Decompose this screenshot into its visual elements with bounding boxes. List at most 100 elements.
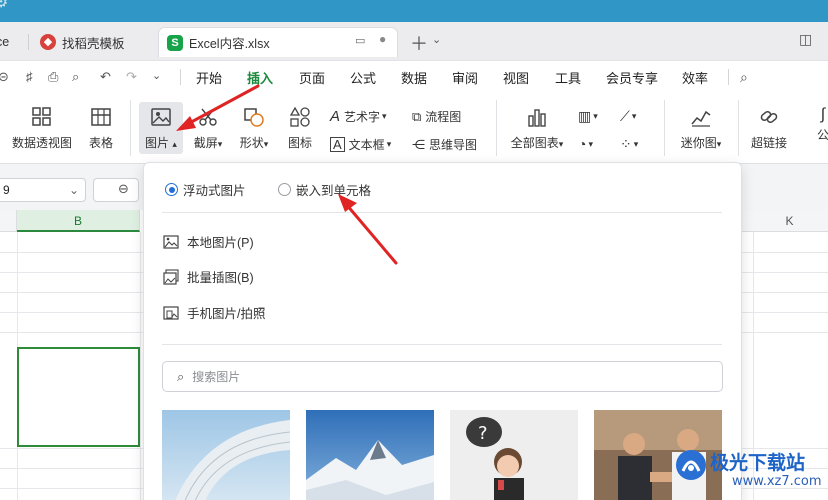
text-box-label: 文本框	[348, 138, 385, 152]
picture-search-input[interactable]: ⌕ 搜索图片	[162, 361, 723, 392]
menu-data[interactable]: 数据	[401, 68, 427, 87]
hyperlink-button[interactable]: 超链接	[746, 106, 792, 151]
menu-formula[interactable]: 公式	[350, 68, 376, 87]
format-painter-icon[interactable]: ♯	[26, 69, 33, 84]
redo-icon[interactable]: ↷	[126, 69, 137, 85]
menu-tools[interactable]: 工具	[555, 68, 581, 87]
phone-picture-item[interactable]: 手机图片/拍照	[163, 303, 265, 322]
menu-review[interactable]: 审阅	[452, 68, 478, 87]
column-header-b[interactable]: B	[17, 210, 140, 232]
formula-label: 公	[816, 128, 828, 142]
icon-library-icon	[289, 106, 310, 127]
formula-button[interactable]: ∫ 公	[808, 106, 828, 143]
link-icon	[760, 110, 778, 124]
sparkline-icon	[691, 110, 711, 127]
selected-cell[interactable]	[17, 347, 140, 447]
spreadsheet-icon: S	[167, 34, 183, 51]
monitor-icon[interactable]: ▭	[355, 34, 365, 47]
icon-library-button[interactable]: 图标	[282, 106, 318, 151]
sparkline-button[interactable]: 迷你图▾	[674, 106, 728, 151]
batch-insert-item[interactable]: 批量插图(B)	[163, 267, 254, 286]
save-icon[interactable]: ⊝	[0, 69, 9, 85]
tab-partial[interactable]: ce	[0, 27, 26, 57]
zoom-box[interactable]: ⊖	[93, 178, 139, 202]
gear-icon[interactable]: ⚙	[0, 0, 12, 12]
tab-docer[interactable]: ◆ 找稻壳模板	[34, 27, 152, 57]
line-chart-button[interactable]: ⟋ ▾	[620, 108, 636, 125]
phone-picture-icon	[163, 305, 179, 320]
ribbon: 数据透视图 表格 图片 ▴ 截屏▾ 形状▾ 图标 A 艺术字 ▾ A 文本框 ▾…	[0, 92, 828, 164]
chevron-down-icon: ▾	[633, 139, 639, 149]
chevron-down-icon: ▾	[386, 139, 392, 149]
art-text-label: 艺术字	[344, 110, 381, 124]
close-dot-icon[interactable]: ●	[379, 32, 386, 46]
name-box-value: 9	[3, 183, 10, 197]
chevron-down-icon[interactable]: ⌄	[152, 69, 161, 82]
docer-icon: ◆	[40, 34, 56, 50]
column-header-a[interactable]	[0, 210, 17, 232]
menu-view[interactable]: 视图	[503, 68, 529, 87]
menu-separator	[728, 69, 729, 85]
undo-icon[interactable]: ↶	[100, 69, 111, 85]
column-chart-button[interactable]: ▥ ▾	[578, 108, 598, 125]
line-chart-icon: ⟋	[620, 108, 630, 124]
column-chart-icon: ▥	[578, 108, 592, 124]
shape-label: 形状▾	[234, 134, 274, 151]
thumbnail-girl-question[interactable]: ?	[450, 410, 578, 500]
menu-insert[interactable]: 插入	[247, 68, 273, 95]
tab-excel[interactable]: S Excel内容.xlsx ▭ ●	[158, 27, 398, 57]
search-placeholder: 搜索图片	[192, 370, 241, 384]
tab-label: ce	[0, 35, 10, 49]
phone-picture-label: 手机图片/拍照	[187, 307, 266, 321]
thumbnail-mountains[interactable]	[306, 410, 434, 500]
sparkline-label: 迷你图▾	[674, 134, 728, 151]
all-charts-button[interactable]: 全部图表▾	[506, 106, 568, 151]
new-tab-plus-icon[interactable]: ＋	[410, 30, 428, 56]
scatter-chart-button[interactable]: ⁘ ▾	[620, 136, 638, 153]
chevron-down-icon: ▾	[588, 138, 593, 149]
shape-button[interactable]: 形状▾	[234, 106, 274, 151]
chevron-down-icon[interactable]: ⌄	[432, 33, 441, 46]
radio-embed-label: 嵌入到单元格	[296, 184, 372, 198]
mind-map-label: 思维导图	[429, 138, 478, 152]
mind-map-button[interactable]: ⋲ 思维导图	[412, 136, 477, 153]
local-picture-item[interactable]: 本地图片(P)	[163, 232, 254, 251]
name-box[interactable]: 9 ⌄	[0, 178, 86, 202]
chevron-down-icon: ▾	[558, 139, 564, 149]
divider	[162, 212, 722, 213]
chevron-up-icon: ▴	[172, 139, 177, 149]
tab-divider	[28, 34, 29, 50]
print-preview-icon[interactable]: ⌕	[72, 69, 79, 85]
print-icon[interactable]: ⎙	[48, 69, 58, 85]
thumbnail-architecture[interactable]	[162, 410, 290, 500]
pivot-chart-button[interactable]: 数据透视图	[10, 106, 74, 151]
radio-floating-label: 浮动式图片	[183, 184, 246, 198]
art-text-button[interactable]: A 艺术字 ▾	[330, 108, 387, 125]
table-button[interactable]: 表格	[84, 106, 118, 151]
chevron-down-icon: ▾	[263, 139, 269, 149]
radio-embed-in-cell[interactable]: 嵌入到单元格	[278, 180, 371, 199]
screenshot-button[interactable]: 截屏▾	[188, 106, 228, 151]
watermark: 极光下载站 www.xz7.com	[672, 444, 828, 496]
menu-page[interactable]: 页面	[299, 68, 325, 87]
text-box-button[interactable]: A 文本框 ▾	[330, 136, 391, 153]
sidebar-toggle-icon[interactable]: ◫	[799, 31, 812, 48]
watermark-title: 极光下载站	[710, 452, 806, 474]
table-label: 表格	[88, 136, 113, 150]
menu-home[interactable]: 开始	[196, 68, 222, 87]
shape-label-text: 形状	[239, 136, 264, 150]
tab-bar: ce ◆ 找稻壳模板 S Excel内容.xlsx ▭ ● ＋ ⌄ ◫	[0, 22, 828, 60]
table-icon	[91, 108, 111, 126]
pie-chart-button[interactable]: ◔ ▾	[578, 136, 593, 152]
picture-button[interactable]: 图片 ▴	[139, 102, 183, 154]
formula-icon: ∫	[820, 106, 826, 123]
shape-icon	[244, 108, 264, 127]
menu-member[interactable]: 会员专享	[606, 68, 658, 87]
divider	[162, 344, 722, 345]
screenshot-label: 截屏▾	[188, 134, 228, 151]
flowchart-button[interactable]: ⧉ 流程图	[412, 108, 461, 125]
radio-floating-picture[interactable]: 浮动式图片	[165, 180, 246, 199]
menu-efficiency[interactable]: 效率	[682, 68, 708, 87]
search-icon[interactable]: ⌕	[740, 69, 748, 86]
column-header-k[interactable]: K	[742, 210, 828, 232]
